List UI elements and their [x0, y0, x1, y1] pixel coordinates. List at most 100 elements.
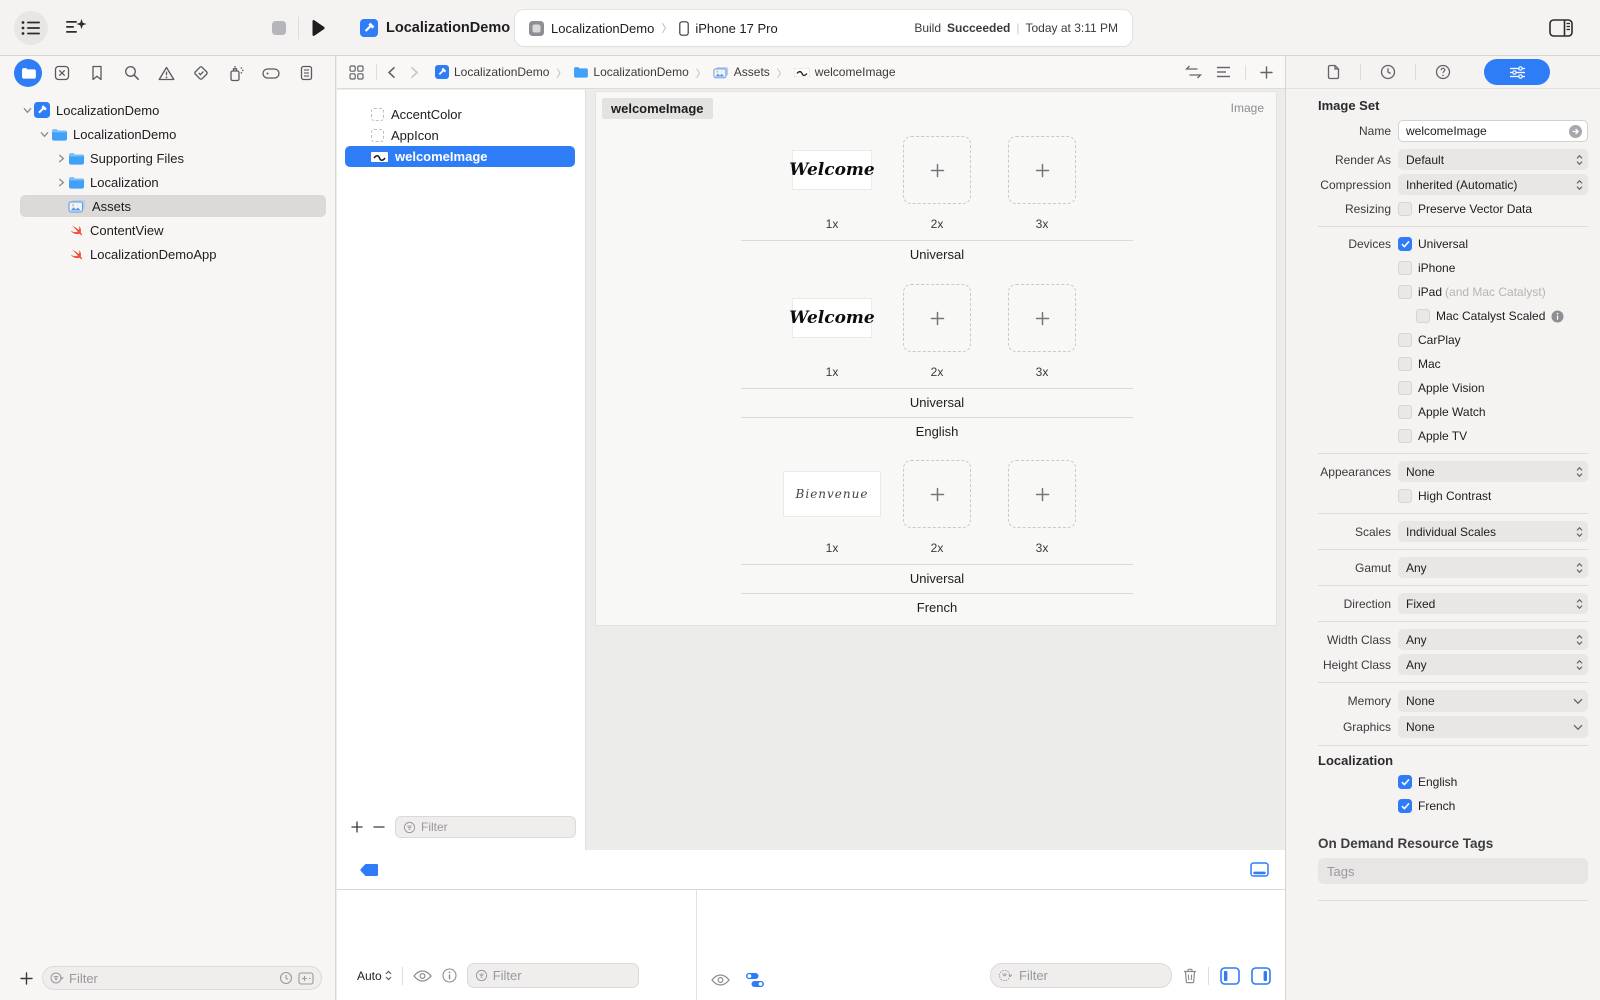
run-button[interactable] [311, 20, 325, 36]
related-items-button[interactable] [349, 65, 364, 80]
tree-item-project-root[interactable]: LocalizationDemo [0, 98, 335, 122]
image-well-2x-empty[interactable] [903, 136, 971, 204]
render-as-popup[interactable]: Default [1398, 149, 1588, 170]
stop-button[interactable] [272, 21, 286, 35]
variables-scope-popup[interactable]: Auto [357, 969, 392, 983]
breadcrumb-image[interactable]: welcomeImage [794, 65, 896, 79]
odr-tags-field[interactable]: Tags [1318, 858, 1588, 884]
device-mac-checkbox[interactable] [1398, 357, 1412, 371]
breadcrumb-group[interactable]: LocalizationDemo [573, 65, 688, 79]
navigate-arrow-icon[interactable] [1568, 124, 1583, 139]
device-catalyst-scaled-checkbox[interactable] [1416, 309, 1430, 323]
tab-breakpoints[interactable] [256, 58, 286, 88]
height-class-popup[interactable]: Any [1398, 654, 1588, 675]
navigator-toggle-button[interactable] [14, 11, 48, 45]
gamut-popup[interactable]: Any [1398, 557, 1588, 578]
localization-french-checkbox[interactable] [1398, 799, 1412, 813]
recents-clock-icon[interactable] [279, 971, 293, 985]
device-ipad-checkbox[interactable] [1398, 285, 1412, 299]
add-editor-button[interactable] [1260, 66, 1273, 79]
disclosure-open-icon[interactable] [20, 107, 34, 114]
tab-attributes-inspector[interactable] [1484, 59, 1550, 85]
localization-english-checkbox[interactable] [1398, 775, 1412, 789]
image-well-1x-filled[interactable]: Welcome [793, 151, 871, 189]
breadcrumb-assets[interactable]: Assets [713, 65, 770, 79]
run-destination[interactable]: iPhone 17 Pro [695, 21, 777, 36]
image-well-1x-filled[interactable]: Welcome [793, 299, 871, 337]
direction-popup[interactable]: Fixed [1398, 593, 1588, 614]
device-iphone-checkbox[interactable] [1398, 261, 1412, 275]
disclosure-closed-icon[interactable] [54, 178, 68, 187]
tab-project-navigator[interactable] [14, 59, 42, 87]
image-well-3x-empty[interactable] [1008, 136, 1076, 204]
tree-item-app-file[interactable]: LocalizationDemoApp [0, 242, 335, 266]
scales-popup[interactable]: Individual Scales [1398, 521, 1588, 542]
variables-filter-field[interactable]: Filter [467, 963, 639, 988]
tab-reports[interactable] [291, 58, 321, 88]
width-class-popup[interactable]: Any [1398, 629, 1588, 650]
remove-asset-button[interactable] [373, 821, 385, 833]
asset-item-appicon[interactable]: AppIcon [337, 125, 585, 146]
inspector-toggle-button[interactable] [1544, 11, 1578, 45]
back-button[interactable] [387, 66, 396, 79]
appearances-popup[interactable]: None [1398, 461, 1588, 482]
device-tv-checkbox[interactable] [1398, 429, 1412, 443]
device-universal-checkbox[interactable] [1398, 237, 1412, 251]
assistant-compose-button[interactable] [60, 11, 94, 45]
editor-options-button[interactable] [1216, 66, 1231, 78]
image-well-3x-empty[interactable] [1008, 284, 1076, 352]
breadcrumb-project[interactable]: LocalizationDemo [435, 65, 549, 79]
console-filters-toggle[interactable] [746, 972, 764, 988]
tree-item-contentview[interactable]: ContentView [0, 218, 335, 242]
show-only-variables-eye-icon[interactable] [413, 970, 432, 982]
tree-item-group[interactable]: LocalizationDemo [0, 122, 335, 146]
forward-button[interactable] [410, 66, 419, 79]
device-preview-toggle[interactable] [1250, 862, 1269, 877]
tree-item-localization[interactable]: Localization [0, 170, 335, 194]
graphics-combo[interactable]: None [1398, 716, 1588, 738]
console-filter-field[interactable]: Filter [990, 963, 1172, 988]
disclosure-open-icon[interactable] [37, 131, 51, 138]
show-tags-button[interactable] [359, 863, 379, 877]
tab-file-inspector[interactable] [1306, 64, 1360, 80]
navigator-filter-field[interactable]: Filter [42, 966, 322, 990]
add-asset-button[interactable] [351, 821, 363, 833]
image-well-3x-empty[interactable] [1008, 460, 1076, 528]
compression-popup[interactable]: Inherited (Automatic) [1398, 174, 1588, 195]
device-carplay-checkbox[interactable] [1398, 333, 1412, 347]
tab-debug[interactable] [221, 58, 251, 88]
add-item-button[interactable] [20, 972, 33, 985]
disclosure-closed-icon[interactable] [54, 154, 68, 163]
tab-tests[interactable] [186, 58, 216, 88]
image-well-2x-empty[interactable] [903, 460, 971, 528]
scheme-target[interactable]: LocalizationDemo [551, 21, 654, 36]
tab-bookmarks[interactable] [82, 58, 112, 88]
toggle-console-pane-button[interactable] [1251, 967, 1271, 985]
tab-issues[interactable] [152, 58, 182, 88]
tab-find[interactable] [117, 58, 147, 88]
tab-source-control[interactable] [47, 58, 77, 88]
clear-console-trash-icon[interactable] [1183, 968, 1197, 984]
tab-history-inspector[interactable] [1361, 64, 1415, 80]
image-well-1x-filled[interactable]: Bienvenue [784, 472, 880, 516]
name-field[interactable]: welcomeImage [1398, 120, 1588, 142]
toggle-variables-pane-button[interactable] [1220, 967, 1240, 985]
device-vision-checkbox[interactable] [1398, 381, 1412, 395]
tree-item-supporting-files[interactable]: Supporting Files [0, 146, 335, 170]
device-watch-checkbox[interactable] [1398, 405, 1412, 419]
console-eye-icon[interactable] [711, 974, 730, 986]
asset-item-welcomeimage[interactable]: welcomeImage [337, 146, 585, 167]
activity-status[interactable]: Build Succeeded | Today at 3:11 PM [914, 21, 1118, 35]
info-icon[interactable] [442, 968, 457, 983]
source-control-filter-icon[interactable] [298, 972, 314, 985]
pane-divider[interactable] [696, 890, 697, 1000]
high-contrast-checkbox[interactable] [1398, 489, 1412, 503]
image-well-2x-empty[interactable] [903, 284, 971, 352]
asset-filter-field[interactable]: Filter [395, 816, 576, 838]
preserve-vector-checkbox[interactable] [1398, 202, 1412, 216]
swap-editor-button[interactable] [1185, 65, 1202, 79]
info-icon[interactable] [1551, 310, 1564, 323]
tree-item-assets[interactable]: Assets [0, 194, 335, 218]
tab-help-inspector[interactable] [1416, 64, 1470, 80]
memory-combo[interactable]: None [1398, 690, 1588, 712]
